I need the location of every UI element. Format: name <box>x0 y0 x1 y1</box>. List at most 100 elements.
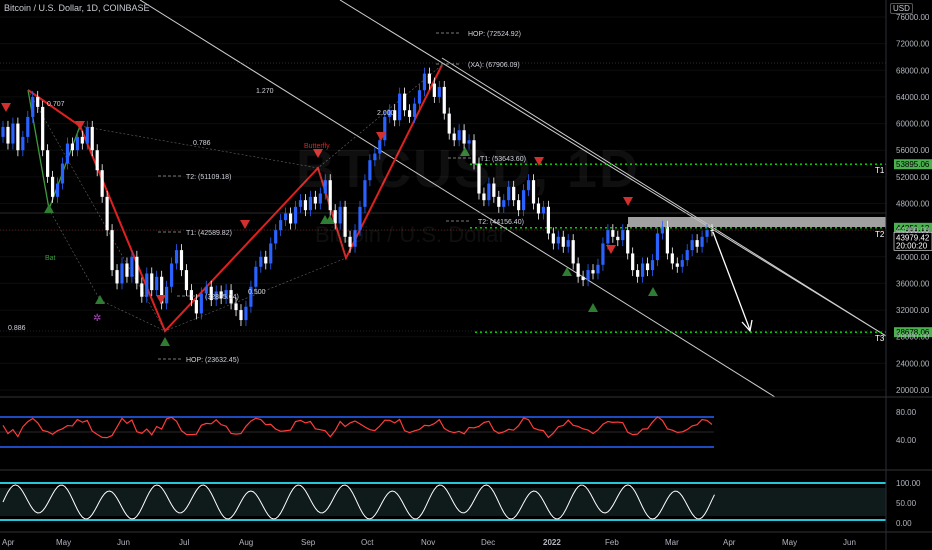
time-tick-label: May <box>782 538 797 547</box>
candle-body <box>645 263 650 271</box>
candle-body <box>675 263 679 267</box>
candle-body <box>140 283 144 297</box>
candle-body <box>169 263 174 287</box>
candle-body <box>407 110 412 117</box>
time-tick-label: Mar <box>665 538 679 547</box>
candle-body <box>174 250 179 264</box>
pattern-annotation: (XA): (67906.09) <box>468 62 520 69</box>
time-tick-label: Jun <box>117 538 130 547</box>
candle-body <box>259 256 263 267</box>
pattern-annotation: HOP: (72524.92) <box>468 31 521 38</box>
candle-body <box>700 236 704 247</box>
candle-body <box>110 230 114 271</box>
candle-body <box>685 250 689 261</box>
candle-body <box>655 233 660 261</box>
pattern-annotation: 0.707 <box>47 101 65 108</box>
candle-body <box>536 203 541 214</box>
currency-badge[interactable]: USD <box>890 3 913 14</box>
price-tick-label: 68000.00 <box>896 66 930 75</box>
sell-arrow-icon <box>606 245 616 254</box>
time-tick-label: Feb <box>605 538 619 547</box>
watermark-name: Bitcoin / U.S. Dollar <box>315 222 506 247</box>
candle-body <box>398 93 402 121</box>
price-tick-label: 76000.00 <box>896 13 930 22</box>
time-tick-label: Oct <box>361 538 374 547</box>
candle-body <box>1 126 5 137</box>
sell-arrow-icon <box>156 295 166 304</box>
candle-body <box>650 260 655 271</box>
price-tick-label: 60000.00 <box>896 120 930 129</box>
sell-arrow-icon <box>240 220 250 229</box>
candle-body <box>427 73 431 84</box>
price-tick-label: 44000.00 <box>896 226 930 235</box>
candle-body <box>541 206 546 214</box>
candle-body <box>705 230 709 237</box>
candle-body <box>115 270 119 284</box>
candle-body <box>631 253 635 271</box>
candle-body <box>184 270 189 291</box>
candle-body <box>546 206 550 234</box>
candle-body <box>254 266 258 287</box>
projection-arrow <box>712 231 751 331</box>
candle-body <box>125 263 129 277</box>
buy-arrow-icon <box>44 204 54 213</box>
candle-body <box>412 103 417 117</box>
time-tick-label: May <box>56 538 71 547</box>
price-tick-label: 40000.00 <box>896 253 930 262</box>
candle-body <box>194 300 198 314</box>
candle-body <box>447 113 451 134</box>
buy-arrow-icon <box>160 337 170 346</box>
time-tick-label: Apr <box>2 538 15 547</box>
candle-body <box>145 273 149 297</box>
candle-body <box>26 116 30 137</box>
candle-body <box>244 306 248 321</box>
candle-body <box>150 273 154 291</box>
candle-body <box>279 220 283 231</box>
price-tick-label: 36000.00 <box>896 279 930 288</box>
candle-body <box>21 136 25 151</box>
time-tick-label: Jul <box>179 538 189 547</box>
price-tick-label: 24000.00 <box>896 359 930 368</box>
chart[interactable]: T1T2T353895.0644351.1343979.4220:00:2028… <box>0 0 932 550</box>
candle-body <box>576 263 580 277</box>
price-tag-label: 53895.06 <box>896 160 930 169</box>
pattern-annotation: 1.270 <box>256 88 274 95</box>
candle-body <box>135 256 139 284</box>
candle-body <box>403 93 407 111</box>
candle-body <box>596 264 600 274</box>
candle-body <box>695 240 699 247</box>
price-tick-label: 20000.00 <box>896 386 930 395</box>
time-tick-label: Jun <box>843 538 856 547</box>
candle-body <box>303 200 308 211</box>
candle-body <box>70 143 75 151</box>
candle-body <box>383 116 387 141</box>
candle-body <box>432 83 436 97</box>
candle-body <box>581 276 585 281</box>
candle-body <box>556 236 560 244</box>
candle-body <box>239 310 243 321</box>
candle-body <box>640 263 645 277</box>
candle-body <box>105 196 109 231</box>
candle-body <box>616 236 620 241</box>
price-axis: 76000.00 72000.00 68000.00 64000.00 60000.00… <box>885 0 930 550</box>
buy-arrow-icon <box>588 303 598 312</box>
pattern-annotation: Bat <box>45 255 56 262</box>
candle-body <box>55 183 60 197</box>
candle-body <box>75 136 79 151</box>
target-label-T2: T2 <box>875 230 885 239</box>
candle-body <box>601 243 605 265</box>
candle-body <box>591 270 595 274</box>
price-tick-label: 52000.00 <box>896 173 930 182</box>
candle-body <box>611 230 615 237</box>
time-tick-label: 2022 <box>543 538 561 547</box>
candle-body <box>442 86 446 114</box>
candle-body <box>636 270 640 277</box>
candle-body <box>80 136 84 144</box>
candle-body <box>298 200 303 207</box>
candle-body <box>60 163 65 184</box>
time-tick-label: Aug <box>239 538 253 547</box>
candle-body <box>551 233 555 244</box>
price-tick-label: 56000.00 <box>896 146 930 155</box>
candle-body <box>41 106 45 151</box>
pattern-annotation: T2: (51109.18) <box>186 174 231 181</box>
